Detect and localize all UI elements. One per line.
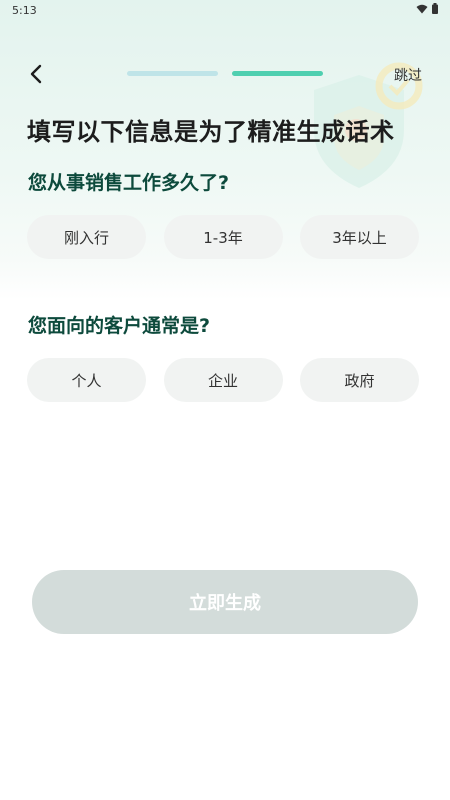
option-1-3-years[interactable]: 1-3年 — [163, 215, 283, 259]
question-customer-type-title: 您面向的客户通常是? — [28, 315, 211, 337]
top-bar: 跳过 — [0, 52, 450, 96]
generate-button[interactable]: 立即生成 — [32, 570, 418, 634]
skip-button[interactable]: 跳过 — [394, 65, 422, 85]
question-experience-title: 您从事销售工作多久了? — [28, 172, 230, 194]
step-progress — [127, 71, 323, 76]
customer-type-options: 个人 企业 政府 — [27, 358, 419, 402]
option-enterprise[interactable]: 企业 — [163, 358, 283, 402]
status-icons — [416, 3, 438, 14]
option-government[interactable]: 政府 — [300, 358, 419, 402]
option-individual[interactable]: 个人 — [27, 358, 146, 402]
option-over-3-years[interactable]: 3年以上 — [300, 215, 419, 259]
experience-options: 刚入行 1-3年 3年以上 — [27, 215, 419, 259]
chevron-left-icon — [30, 64, 42, 84]
progress-segment — [232, 71, 323, 76]
page-title: 填写以下信息是为了精准生成话术 — [27, 118, 395, 146]
battery-icon — [432, 3, 438, 14]
status-time: 5:13 — [12, 4, 37, 17]
wifi-icon — [416, 4, 428, 13]
option-new-to-sales[interactable]: 刚入行 — [27, 215, 146, 259]
progress-segment — [127, 71, 218, 76]
status-bar: 5:13 — [0, 0, 450, 22]
back-button[interactable] — [22, 60, 50, 88]
